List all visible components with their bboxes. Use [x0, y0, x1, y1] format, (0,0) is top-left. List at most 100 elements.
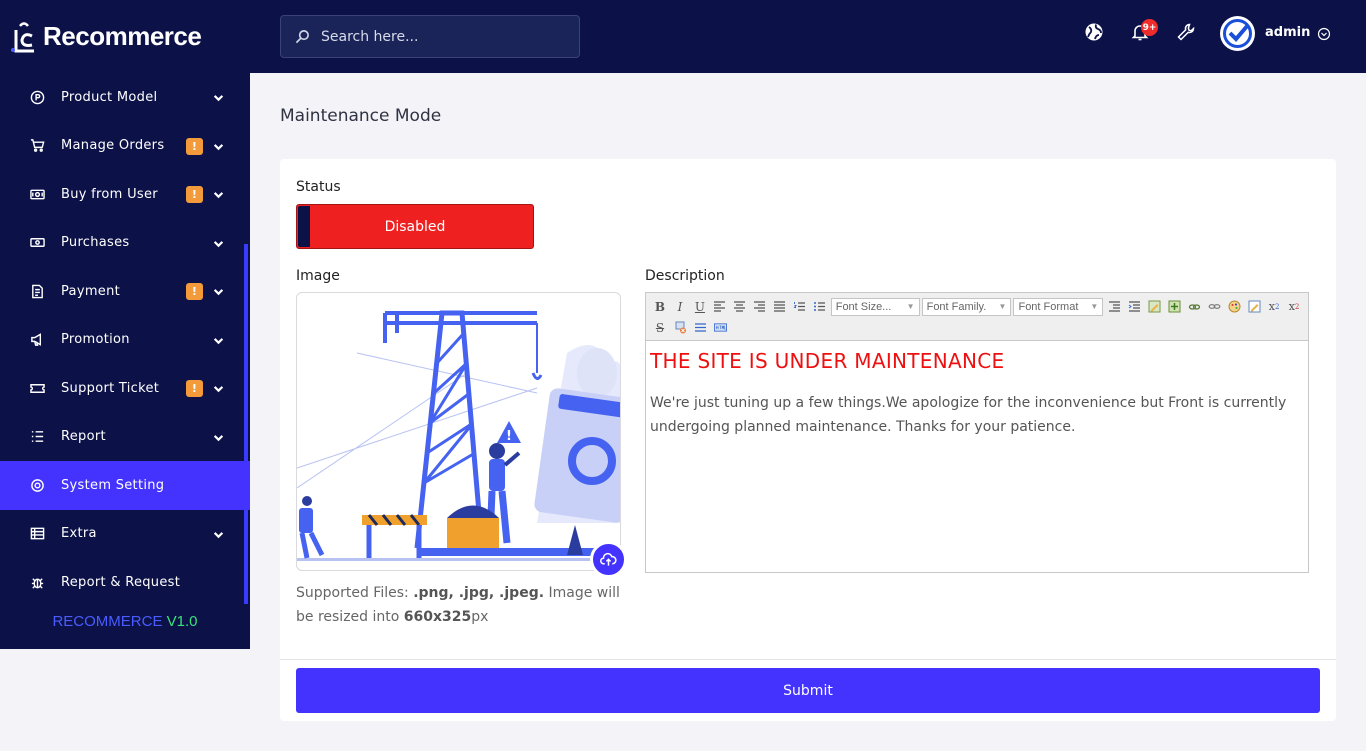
supported-types: .png, .jpg, .jpeg.	[413, 585, 545, 601]
indent-button[interactable]	[1124, 297, 1144, 316]
unlink-button[interactable]	[1204, 297, 1224, 316]
search-box[interactable]	[280, 15, 580, 58]
editor-heading: THE SITE IS UNDER MAINTENANCE	[650, 349, 1005, 373]
status-value: Disabled	[384, 218, 446, 235]
font-format-select[interactable]: Font Format ▼	[1013, 297, 1104, 316]
align-left-button[interactable]	[710, 297, 730, 316]
sidebar-item-manage-orders[interactable]: Manage Orders !	[0, 122, 250, 171]
align-right-button[interactable]	[750, 297, 770, 316]
sidebar-item-extra[interactable]: Extra	[0, 510, 250, 559]
settings-icon	[29, 477, 45, 493]
supported-unit: px	[471, 609, 489, 625]
sidebar-item-payment[interactable]: Payment !	[0, 267, 250, 316]
supported-prefix: Supported Files:	[296, 585, 414, 601]
product-icon	[29, 89, 45, 105]
dropdown-arrow-icon: ▼	[906, 302, 915, 311]
italic-button[interactable]: I	[670, 297, 690, 316]
align-right-icon	[754, 301, 766, 312]
sidebar-item-purchases[interactable]: Purchases	[0, 219, 250, 268]
logo-icon	[10, 20, 38, 54]
sidebar-item-label: Purchases	[61, 235, 130, 251]
status-label: Status	[296, 179, 341, 195]
version-number: V1.0	[166, 612, 198, 630]
dropdown-arrow-icon: ▼	[1090, 302, 1099, 311]
html-source-button[interactable]	[710, 318, 730, 337]
rich-text-editor[interactable]: B I U Font Size... ▼ Font Family. ▼ Font F…	[645, 292, 1309, 573]
sidebar-item-promotion[interactable]: Promotion	[0, 316, 250, 365]
unordered-list-button[interactable]	[810, 297, 830, 316]
sidebar-item-product-model[interactable]: Product Model	[0, 73, 250, 122]
sidebar-item-label: Buy from User	[61, 186, 158, 202]
sidebar-item-label: Payment	[61, 283, 121, 299]
bold-button[interactable]: B	[650, 297, 670, 316]
remove-format-button[interactable]	[670, 318, 690, 337]
user-name[interactable]: admin	[1265, 25, 1310, 40]
toggle-knob	[298, 206, 310, 247]
chevron-down-icon	[213, 92, 224, 102]
color-button[interactable]	[1224, 297, 1244, 316]
list-icon	[29, 429, 45, 445]
editor-content[interactable]: THE SITE IS UNDER MAINTENANCE We're just…	[646, 341, 1308, 447]
insert-image-button[interactable]	[1164, 297, 1184, 316]
form-divider	[280, 659, 1336, 660]
page-title: Maintenance Mode	[280, 106, 442, 126]
search-input[interactable]	[321, 28, 561, 45]
insert-link-button[interactable]	[1184, 297, 1204, 316]
sidebar-item-report[interactable]: Report	[0, 413, 250, 462]
ticket-icon	[29, 380, 45, 396]
supported-files-note: Supported Files: .png, .jpg, .jpeg. Imag…	[296, 581, 636, 629]
outdent-icon	[1108, 301, 1120, 312]
sidebar-nav: Product Model Manage Orders ! Buy from U…	[0, 73, 250, 607]
megaphone-icon	[29, 332, 45, 348]
remove-format-icon	[675, 321, 686, 334]
strikethrough-button[interactable]: S	[650, 318, 670, 337]
align-left-icon	[714, 301, 726, 312]
sidebar-item-buy-from-user[interactable]: Buy from User !	[0, 170, 250, 219]
ordered-list-button[interactable]	[790, 297, 810, 316]
money-icon	[29, 235, 45, 251]
sidebar-item-report-request[interactable]: Report & Request	[0, 558, 250, 607]
unlink-icon	[1208, 304, 1221, 309]
sidebar: Recommerce Product Model Manage Orders !…	[0, 0, 250, 649]
sidebar-item-label: Report	[61, 429, 106, 445]
font-family-value: Font Family.	[926, 300, 987, 313]
upload-image-button[interactable]	[590, 541, 627, 578]
chevron-down-icon	[213, 238, 224, 248]
horizontal-rule-button[interactable]	[690, 318, 710, 337]
chevron-down-icon[interactable]	[1317, 26, 1331, 41]
underline-button[interactable]: U	[690, 297, 710, 316]
avatar[interactable]	[1220, 16, 1255, 51]
sidebar-item-support-ticket[interactable]: Support Ticket !	[0, 364, 250, 413]
sidebar-item-label: Extra	[61, 526, 97, 542]
description-label: Description	[645, 268, 725, 284]
horizontal-rule-icon	[694, 323, 706, 332]
justify-icon	[774, 301, 786, 312]
edit-image-icon	[1148, 300, 1161, 313]
cash-icon	[29, 186, 45, 202]
html-edit-button[interactable]	[1244, 297, 1264, 316]
chevron-down-icon	[213, 286, 224, 296]
outdent-button[interactable]	[1104, 297, 1124, 316]
superscript-button[interactable]: x2	[1284, 297, 1304, 316]
brand-logo[interactable]: Recommerce	[0, 0, 250, 73]
edit-image-button[interactable]	[1144, 297, 1164, 316]
justify-button[interactable]	[770, 297, 790, 316]
submit-button[interactable]: Submit	[296, 668, 1320, 713]
align-center-button[interactable]	[730, 297, 750, 316]
edit-document-icon	[1248, 300, 1261, 313]
ordered-list-icon	[793, 302, 806, 311]
wrench-icon[interactable]	[1176, 22, 1198, 44]
editor-body-text: We're just tuning up a few things.We apo…	[650, 395, 1287, 435]
indent-icon	[1128, 301, 1140, 312]
palette-icon	[1228, 300, 1241, 313]
bug-icon	[29, 574, 45, 590]
font-family-select[interactable]: Font Family. ▼	[921, 297, 1012, 316]
font-size-select[interactable]: Font Size... ▼	[830, 297, 920, 316]
subscript-button[interactable]: x2	[1264, 297, 1284, 316]
app-version: RECOMMERCE V1.0	[0, 607, 250, 630]
alert-badge: !	[186, 283, 203, 301]
status-toggle[interactable]: Disabled	[296, 204, 534, 249]
globe-icon[interactable]	[1084, 22, 1106, 44]
sidebar-item-system-setting[interactable]: System Setting	[0, 461, 250, 510]
search-icon	[295, 30, 309, 44]
